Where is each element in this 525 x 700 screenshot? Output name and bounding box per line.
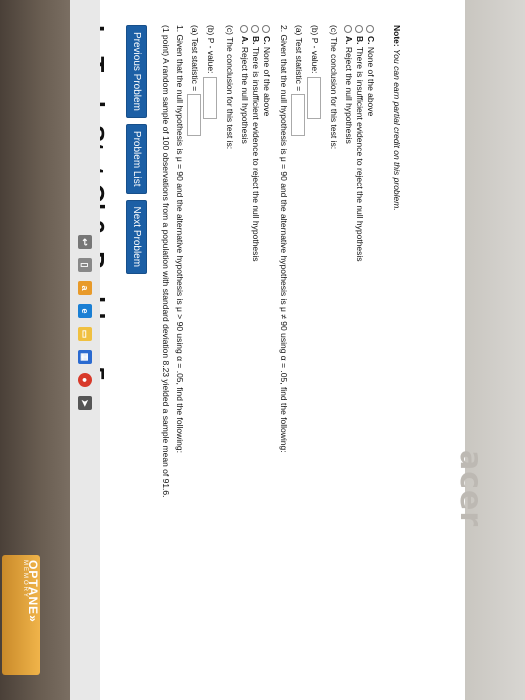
q2-option-c-letter: C.: [366, 36, 376, 45]
previous-problem-button[interactable]: Previous Problem: [126, 25, 147, 118]
q2-test-statistic-input[interactable]: [291, 94, 305, 137]
q1-radio-b[interactable]: [251, 25, 260, 33]
store-icon[interactable]: ▦: [78, 350, 92, 364]
q2-option-c-text: None of the above: [366, 46, 376, 117]
note-label: Note:: [392, 25, 402, 47]
q2-option-a-text: Reject the null hypothesis: [344, 46, 354, 144]
q1-radio-a[interactable]: [240, 25, 249, 33]
arrow-icon[interactable]: ➤: [78, 396, 92, 410]
q2-option-a-letter: A.: [344, 36, 354, 45]
q1-b-label: (b) P - value:: [205, 25, 216, 74]
q1-a-row: (a) Test statistic =: [187, 25, 201, 137]
screen: LaTech Stat Ch6: Problem 5 Previous Prob…: [70, 0, 465, 700]
q1-option-b-letter: B.: [251, 36, 261, 45]
acer-logo: acer: [453, 450, 488, 528]
q2-option-b-letter: B.: [355, 36, 365, 45]
windows-taskbar: ↩ ▯ a e ▭ ▦ ● ➤: [70, 0, 100, 700]
page-content: LaTech Stat Ch6: Problem 5 Previous Prob…: [70, 15, 465, 675]
q1-option-c-text: None of the above: [262, 46, 272, 117]
q1-option-c-letter: C.: [262, 36, 272, 45]
q1-radio-c[interactable]: [262, 25, 271, 33]
q2-c-label: (c) The conclusion for this test is:: [329, 25, 339, 150]
q2-option-b[interactable]: B. There is insufficient evidence to rej…: [355, 25, 365, 262]
problem-intro: (1 point) A random sample of 100 observa…: [161, 25, 171, 498]
files-icon[interactable]: ▭: [78, 327, 92, 341]
note-text: You can earn partial credit on this prob…: [392, 49, 402, 211]
webwork-page: LaTech Stat Ch6: Problem 5 Previous Prob…: [70, 0, 465, 700]
q1-option-a-letter: A.: [240, 36, 250, 45]
q1-test-statistic-input[interactable]: [187, 94, 201, 137]
problem-list-button[interactable]: Problem List: [126, 123, 147, 194]
q1-c-label: (c) The conclusion for this test is:: [225, 25, 235, 150]
q2-stem: 2. Given that the null hypothesis is μ =…: [279, 25, 289, 453]
q2-option-c[interactable]: C. None of the above: [366, 25, 376, 116]
back-icon[interactable]: ↩: [78, 235, 92, 249]
next-problem-button[interactable]: Next Problem: [126, 199, 147, 275]
q2-a-row: (a) Test statistic =: [291, 25, 305, 137]
q1-a-label: (a) Test statistic =: [189, 25, 200, 92]
monitor-lower-bezel: [465, 0, 525, 700]
problem-body: (1 point) A random sample of 100 observa…: [157, 25, 457, 665]
q2-a-label: (a) Test statistic =: [293, 25, 304, 92]
q1-b-row: (b) P - value:: [203, 25, 217, 119]
q2-option-b-text: There is insufficient evidence to reject…: [355, 46, 365, 262]
q1-option-a[interactable]: A. Reject the null hypothesis: [240, 25, 250, 144]
q1-option-c[interactable]: C. None of the above: [262, 25, 272, 116]
q2-p-value-input[interactable]: [307, 76, 321, 119]
taskview-icon[interactable]: ▯: [78, 258, 92, 272]
optane-sticker-brand: OPTANE»: [26, 560, 40, 623]
edge-icon[interactable]: e: [78, 304, 92, 318]
amazon-icon[interactable]: a: [78, 281, 92, 295]
q1-option-b[interactable]: B. There is insufficient evidence to rej…: [251, 25, 261, 262]
partial-credit-note: Note: You can earn partial credit on thi…: [392, 25, 402, 211]
q1-option-b-text: There is insufficient evidence to reject…: [251, 46, 261, 262]
optane-sticker-sub: MEMORY: [22, 560, 28, 599]
q1-p-value-input[interactable]: [203, 76, 217, 119]
q2-radio-c[interactable]: [366, 25, 375, 33]
q2-option-a[interactable]: A. Reject the null hypothesis: [344, 25, 354, 144]
q2-radio-a[interactable]: [344, 25, 353, 33]
q2-radio-b[interactable]: [355, 25, 364, 33]
q1-stem: 1. Given that the null hypothesis is μ =…: [175, 25, 185, 453]
problem-nav: Previous Problem Problem List Next Probl…: [126, 25, 147, 275]
q1-option-a-text: Reject the null hypothesis: [240, 46, 250, 144]
q2-b-label: (b) P - value:: [309, 25, 320, 74]
chrome-icon[interactable]: ●: [78, 373, 92, 387]
q2-b-row: (b) P - value:: [307, 25, 321, 119]
